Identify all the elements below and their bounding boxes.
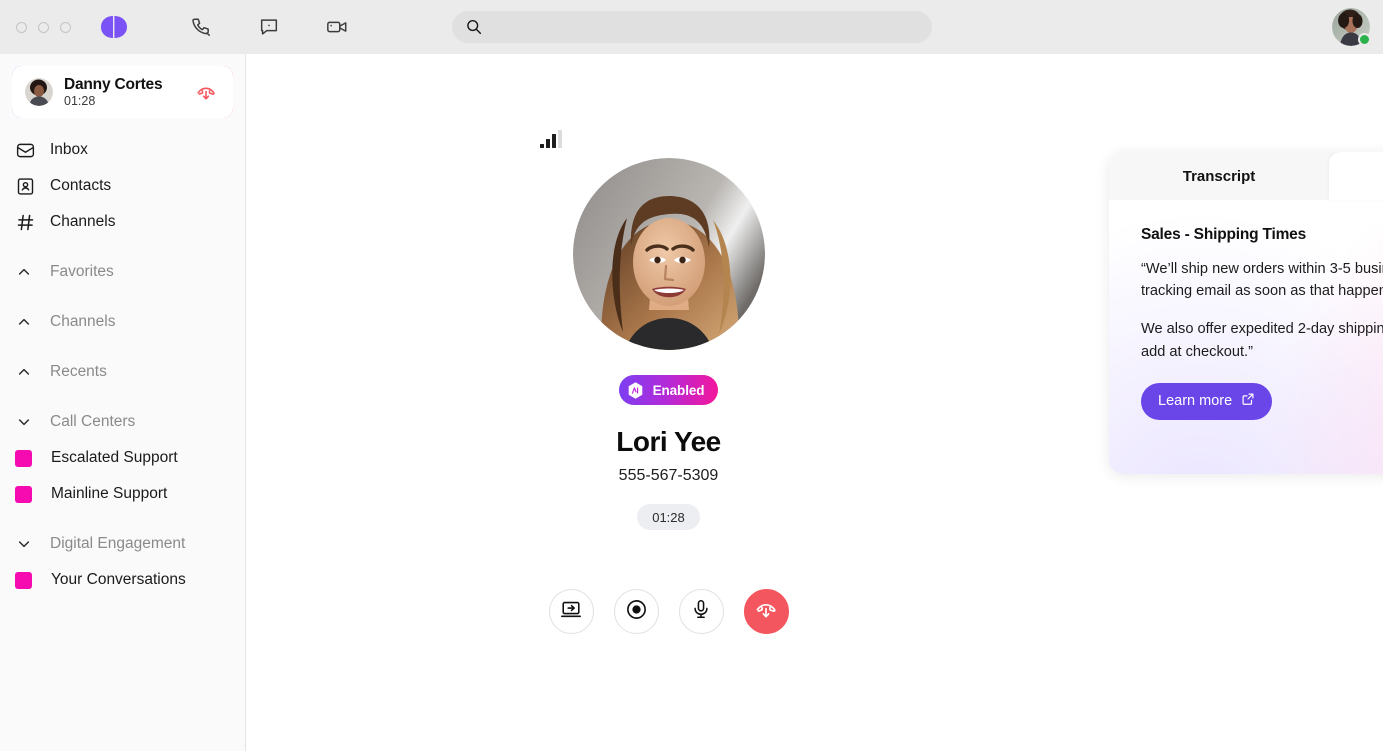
- tab-transcript[interactable]: Transcript: [1109, 152, 1329, 200]
- chevron-up-icon: [14, 312, 34, 332]
- hangup-icon[interactable]: [195, 81, 217, 103]
- sidebar-group-recents[interactable]: Recents: [0, 354, 245, 390]
- sidebar-label: Channels: [50, 213, 116, 230]
- hash-icon: [14, 211, 36, 233]
- chevron-up-icon: [14, 262, 34, 282]
- channel-color-swatch: [15, 449, 32, 467]
- sidebar-label: Inbox: [50, 141, 88, 158]
- channel-label: Mainline Support: [51, 485, 168, 502]
- sidebar-group-label: Call Centers: [50, 413, 136, 430]
- video-icon[interactable]: [325, 15, 349, 39]
- sidebar-group-label: Recents: [50, 363, 107, 380]
- hangup-icon: [754, 597, 778, 626]
- window-maximize-dot[interactable]: [60, 21, 71, 33]
- sidebar-label: Contacts: [50, 177, 112, 194]
- active-call-info: Danny Cortes 01:28: [64, 76, 195, 109]
- search-container: [452, 11, 932, 43]
- presence-status-dot: [1358, 33, 1371, 46]
- chevron-down-icon: [14, 534, 34, 554]
- active-call-avatar: [25, 78, 53, 106]
- assist-card-paragraph-1: “We’ll ship new orders within 3-5 busine…: [1141, 261, 1383, 300]
- sidebar-item-mainline-support[interactable]: Mainline Support: [0, 476, 245, 512]
- sidebar-group-label: Favorites: [50, 263, 114, 280]
- sidebar-item-inbox[interactable]: Inbox: [0, 132, 245, 168]
- sidebar-group-digital-engagement[interactable]: Digital Engagement: [0, 526, 245, 562]
- channel-label: Your Conversations: [51, 571, 186, 588]
- callee-avatar: [572, 158, 765, 350]
- learn-more-button[interactable]: Learn more: [1141, 382, 1273, 420]
- tab-assists[interactable]: Assists: [1329, 152, 1383, 200]
- window-controls[interactable]: [16, 21, 71, 33]
- sidebar: Danny Cortes 01:28 Inbox Contacts Channe…: [0, 54, 246, 751]
- active-call-name: Danny Cortes: [64, 75, 163, 93]
- assist-tabs: Transcript Assists: [1109, 152, 1383, 200]
- screen-transfer-button[interactable]: [548, 589, 594, 634]
- end-call-button[interactable]: [743, 589, 789, 634]
- call-panel: Enabled Lori Yee 555-567-5309 01:28: [246, 54, 1091, 751]
- message-icon[interactable]: [257, 15, 281, 39]
- sidebar-item-your-conversations[interactable]: Your Conversations: [0, 562, 245, 598]
- screen-transfer-icon: [560, 598, 582, 625]
- channel-color-swatch: [15, 571, 32, 589]
- active-call-duration: 01:28: [64, 94, 96, 109]
- phone-icon[interactable]: [189, 15, 213, 39]
- callee-name: Lori Yee: [616, 426, 721, 457]
- sidebar-group-label: Digital Engagement: [50, 535, 186, 552]
- learn-more-label: Learn more: [1158, 393, 1233, 410]
- call-timer: 01:28: [637, 504, 700, 530]
- chevron-down-icon: [14, 412, 34, 432]
- top-bar-actions: [189, 15, 349, 39]
- sidebar-group-label: Channels: [50, 313, 116, 330]
- record-button[interactable]: [613, 589, 659, 634]
- ai-enabled-badge: Enabled: [618, 375, 719, 405]
- top-bar: [0, 0, 1383, 54]
- callee-phone: 555-567-5309: [618, 467, 719, 484]
- external-link-icon: [1241, 392, 1255, 410]
- sidebar-group-call-centers[interactable]: Call Centers: [0, 404, 245, 440]
- app-window: Danny Cortes 01:28 Inbox Contacts Channe…: [0, 0, 1383, 751]
- assist-panel: Transcript Assists: [1109, 152, 1383, 474]
- channel-color-swatch: [15, 485, 32, 503]
- microphone-icon: [690, 598, 712, 625]
- mute-button[interactable]: [678, 589, 724, 634]
- ai-badge-label: Enabled: [652, 382, 705, 398]
- sidebar-group-favorites[interactable]: Favorites: [0, 254, 245, 290]
- contacts-icon: [14, 175, 36, 197]
- ai-hexagon-icon: [626, 381, 645, 400]
- app-body: Danny Cortes 01:28 Inbox Contacts Channe…: [0, 54, 1383, 751]
- window-minimize-dot[interactable]: [38, 21, 49, 33]
- window-close-dot[interactable]: [16, 21, 27, 33]
- sidebar-item-contacts[interactable]: Contacts: [0, 168, 245, 204]
- assist-card-title: Sales - Shipping Times: [1141, 226, 1306, 243]
- chevron-up-icon: [14, 362, 34, 382]
- sidebar-item-escalated-support[interactable]: Escalated Support: [0, 440, 245, 476]
- tab-label: Transcript: [1182, 167, 1256, 185]
- inbox-icon: [14, 139, 36, 161]
- call-controls: [548, 589, 789, 634]
- sidebar-group-channels[interactable]: Channels: [0, 304, 245, 340]
- search-input[interactable]: [452, 11, 932, 43]
- brand-logo-icon: [97, 14, 131, 40]
- sidebar-item-channels[interactable]: Channels: [0, 204, 245, 240]
- active-call-card[interactable]: Danny Cortes 01:28: [12, 66, 233, 118]
- assist-card-paragraph-2: We also offer expedited 2-day shipping i…: [1141, 321, 1383, 360]
- channel-label: Escalated Support: [51, 449, 178, 466]
- assist-card: Sales - Shipping Times “We’ll ship new o…: [1109, 200, 1383, 420]
- main-content: Enabled Lori Yee 555-567-5309 01:28 Tran…: [246, 54, 1383, 751]
- record-circle-icon: [625, 598, 648, 626]
